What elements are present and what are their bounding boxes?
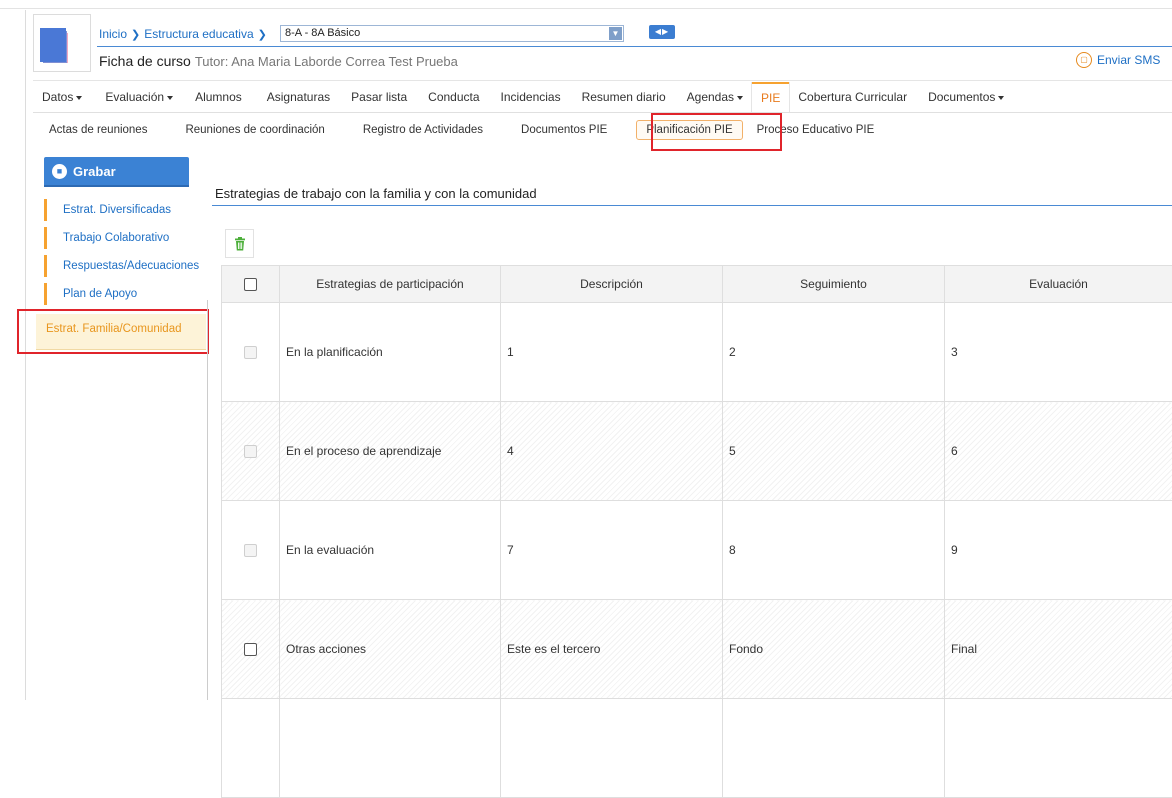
column-header-estrategias: Estrategias de participación xyxy=(280,266,501,303)
sidebar-item-estrat-diversificadas[interactable]: Estrat. Diversificadas xyxy=(44,199,204,221)
select-all-cell xyxy=(222,266,280,303)
subtab-planificacion-pie[interactable]: Planificación PIE xyxy=(636,120,742,140)
strategy-cell: En la planificación xyxy=(280,303,501,402)
sidebar-item-trabajo-colaborativo[interactable]: Trabajo Colaborativo xyxy=(44,227,204,249)
tab-pasar-lista[interactable]: Pasar lista xyxy=(339,82,416,112)
evaluation-cell[interactable]: 9 xyxy=(945,501,1172,600)
row-checkbox[interactable] xyxy=(244,643,257,656)
header-divider xyxy=(33,80,1172,81)
column-header-evaluacion: Evaluación xyxy=(945,266,1172,303)
tutor-label: Tutor: Ana Maria Laborde Correa Test Pru… xyxy=(195,54,458,69)
top-divider xyxy=(0,8,1172,9)
course-select[interactable]: 8-A - 8A Básico ▼ xyxy=(280,25,624,42)
subtab-documentos-pie[interactable]: Documentos PIE xyxy=(502,124,626,136)
caret-down-icon xyxy=(167,96,173,100)
tracking-cell[interactable]: Fondo xyxy=(723,600,945,699)
sms-phone-icon: ▢ xyxy=(1076,52,1092,68)
send-sms-button[interactable]: ▢ Enviar SMS xyxy=(1076,52,1160,68)
tab-datos[interactable]: Datos xyxy=(33,82,91,112)
subtab-proceso-educativo-pie[interactable]: Proceso Educativo PIE xyxy=(753,124,894,136)
row-checkbox xyxy=(244,445,257,458)
prev-next-arrows-icon[interactable]: ◀▶ xyxy=(649,25,675,39)
caret-down-icon xyxy=(76,96,82,100)
tab-incidencias[interactable]: Incidencias xyxy=(489,82,570,112)
save-button[interactable]: ■ Grabar xyxy=(44,157,189,185)
tracking-cell[interactable]: 5 xyxy=(723,402,945,501)
caret-down-icon xyxy=(737,96,743,100)
tab-conducta[interactable]: Conducta xyxy=(416,82,488,112)
column-header-seguimiento: Seguimiento xyxy=(723,266,945,303)
tracking-cell[interactable]: 8 xyxy=(723,501,945,600)
subtab-registro-actividades[interactable]: Registro de Actividades xyxy=(344,124,502,136)
description-cell[interactable]: 4 xyxy=(501,402,723,501)
table-row xyxy=(222,699,1172,798)
tab-agendas[interactable]: Agendas xyxy=(675,82,752,112)
course-icon xyxy=(33,14,91,72)
column-header-descripcion: Descripción xyxy=(501,266,723,303)
description-cell[interactable]: 1 xyxy=(501,303,723,402)
breadcrumb-structure-link[interactable]: Estructura educativa xyxy=(144,27,253,41)
strategy-cell: Otras acciones xyxy=(280,600,501,699)
strategies-table: Estrategias de participación Descripción… xyxy=(221,265,1172,798)
save-button-label: Grabar xyxy=(73,164,116,179)
tab-cobertura-curricular[interactable]: Cobertura Curricular xyxy=(789,82,916,112)
sidebar-item-respuestas-adecuaciones[interactable]: Respuestas/Adecuaciones xyxy=(44,255,204,277)
tracking-cell[interactable]: 2 xyxy=(723,303,945,402)
tabs-divider xyxy=(33,112,1172,113)
tab-resumen-diario[interactable]: Resumen diario xyxy=(570,82,675,112)
chevron-right-icon: ❯ xyxy=(131,28,140,41)
sidebar-item-estrat-familia-comunidad[interactable]: Estrat. Familia/Comunidad xyxy=(36,314,206,350)
table-row: En el proceso de aprendizaje 4 5 6 xyxy=(222,402,1172,501)
caret-down-icon xyxy=(998,96,1004,100)
course-select-value: 8-A - 8A Básico xyxy=(285,27,360,39)
row-checkbox xyxy=(244,544,257,557)
sidebar-item-plan-apoyo[interactable]: Plan de Apoyo xyxy=(44,283,204,305)
main-tabs: Datos Evaluación Alumnos Asignaturas Pas… xyxy=(33,82,1013,112)
description-cell[interactable]: 7 xyxy=(501,501,723,600)
table-row: En la planificación 1 2 3 xyxy=(222,303,1172,402)
sub-tabs: Actas de reuniones Reuniones de coordina… xyxy=(40,116,893,144)
subtab-reuniones-coordinacion[interactable]: Reuniones de coordinación xyxy=(166,124,343,136)
breadcrumb: Inicio ❯ Estructura educativa ❯ xyxy=(99,26,267,42)
strategy-cell: En el proceso de aprendizaje xyxy=(280,402,501,501)
chevron-right-icon: ❯ xyxy=(258,28,267,41)
strategy-cell: En la evaluación xyxy=(280,501,501,600)
description-cell[interactable]: Este es el tercero xyxy=(501,600,723,699)
evaluation-cell[interactable]: 3 xyxy=(945,303,1172,402)
tab-pie[interactable]: PIE xyxy=(752,82,789,112)
page-title-text: Ficha de curso xyxy=(99,53,191,69)
table-row: En la evaluación 7 8 9 xyxy=(222,501,1172,600)
trash-icon xyxy=(234,237,246,251)
sidebar-nav: Estrat. Diversificadas Trabajo Colaborat… xyxy=(44,199,204,311)
tab-evaluacion[interactable]: Evaluación xyxy=(91,82,182,112)
save-disk-icon: ■ xyxy=(52,164,67,179)
section-underline xyxy=(212,205,1172,206)
header-underline xyxy=(97,46,1172,47)
evaluation-cell[interactable]: 6 xyxy=(945,402,1172,501)
dropdown-arrow-icon[interactable]: ▼ xyxy=(609,27,622,40)
page-title: Ficha de curso Tutor: Ana Maria Laborde C… xyxy=(99,53,458,69)
evaluation-cell[interactable]: Final xyxy=(945,600,1172,699)
table-row: Otras acciones Este es el tercero Fondo … xyxy=(222,600,1172,699)
select-all-checkbox[interactable] xyxy=(244,278,257,291)
tab-documentos[interactable]: Documentos xyxy=(916,82,1013,112)
tab-alumnos[interactable]: Alumnos xyxy=(182,82,251,112)
delete-button[interactable] xyxy=(225,229,254,258)
left-panel-divider xyxy=(207,300,208,700)
section-title: Estrategias de trabajo con la familia y … xyxy=(215,186,537,201)
frame-left-border xyxy=(25,10,26,700)
subtab-actas-reuniones[interactable]: Actas de reuniones xyxy=(40,124,166,136)
tab-asignaturas[interactable]: Asignaturas xyxy=(251,82,339,112)
breadcrumb-home-link[interactable]: Inicio xyxy=(99,27,127,41)
send-sms-label: Enviar SMS xyxy=(1097,53,1160,67)
row-checkbox xyxy=(244,346,257,359)
